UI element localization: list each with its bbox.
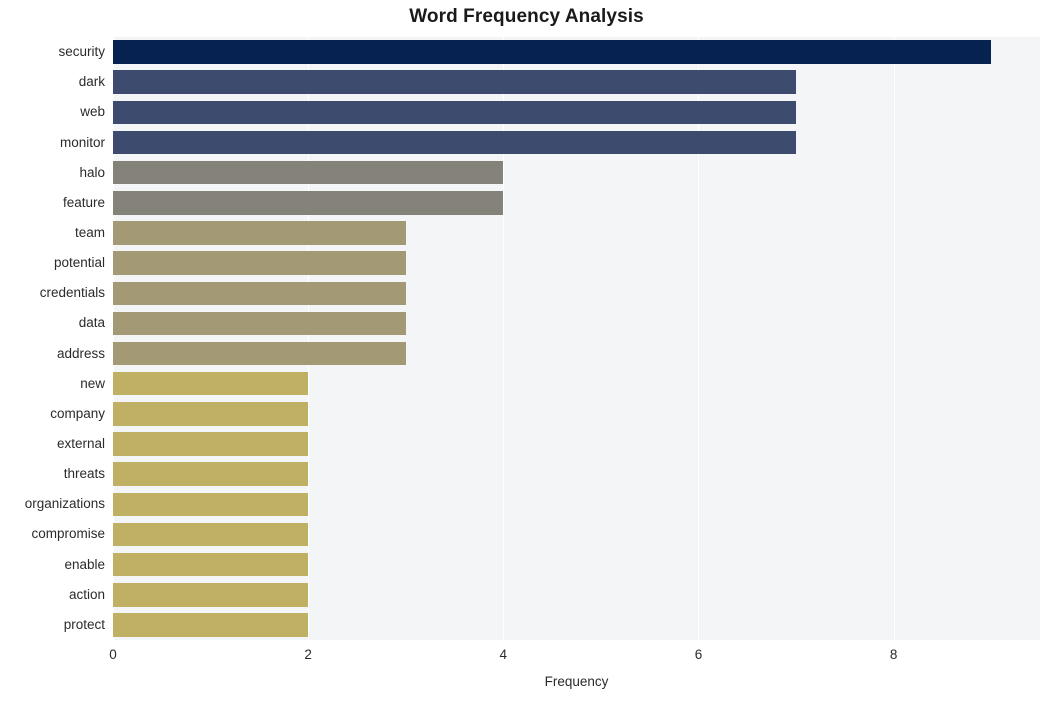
bar-web	[113, 100, 797, 125]
y-tick-label-potential: potential	[53, 255, 105, 271]
bar-row	[113, 402, 1040, 426]
x-axis-ticks: 0 2 4 6 8	[109, 647, 1040, 668]
y-tick-label-halo: halo	[79, 164, 105, 180]
bar-row	[113, 281, 1040, 306]
x-tick-label-6: 6	[694, 647, 703, 662]
x-tick-label-2: 2	[304, 647, 312, 662]
y-tick-label-monitor: monitor	[59, 134, 105, 150]
bar-external	[113, 432, 309, 456]
y-tick-label-data: data	[78, 315, 105, 331]
x-tick-label-4: 4	[499, 647, 508, 662]
x-axis-title: Frequency	[544, 674, 609, 689]
y-tick-label-team: team	[74, 224, 105, 240]
bar-feature	[113, 191, 504, 215]
bar-organizations	[113, 492, 309, 517]
y-tick-label-external: external	[56, 436, 105, 452]
bar-halo	[113, 160, 504, 185]
y-tick-label-address: address	[56, 345, 105, 361]
bar-row	[113, 432, 1040, 456]
bar-protect	[113, 613, 309, 637]
bar-row	[113, 462, 1040, 486]
bar-security	[113, 40, 992, 64]
bar-data	[113, 311, 406, 336]
bar-row	[113, 221, 1040, 245]
y-tick-label-protect: protect	[63, 616, 105, 632]
bar-address	[113, 341, 406, 366]
bar-enable	[113, 552, 309, 577]
y-tick-label-organizations: organizations	[24, 496, 105, 512]
bar-action	[113, 583, 309, 607]
bar-row	[113, 552, 1040, 577]
bar-row	[113, 40, 1040, 64]
bar-row	[113, 100, 1040, 125]
y-tick-label-credentials: credentials	[39, 285, 105, 301]
bar-row	[113, 341, 1040, 366]
bar-row	[113, 583, 1040, 607]
bar-row	[113, 371, 1040, 396]
bar-row	[113, 311, 1040, 336]
bar-credentials	[113, 281, 406, 306]
bar-company	[113, 402, 309, 426]
bars-layer	[113, 37, 1040, 640]
bar-threats	[113, 462, 309, 486]
y-tick-label-new: new	[80, 375, 105, 391]
y-tick-label-action: action	[68, 586, 105, 602]
chart-title: Word Frequency Analysis	[409, 6, 644, 27]
bar-row	[113, 613, 1040, 637]
bar-row	[113, 130, 1040, 155]
y-tick-label-security: security	[58, 44, 105, 60]
bar-team	[113, 221, 406, 245]
bar-row	[113, 70, 1040, 94]
y-tick-label-company: company	[50, 405, 105, 421]
bar-row	[113, 160, 1040, 185]
y-tick-label-dark: dark	[78, 74, 105, 90]
y-tick-label-threats: threats	[63, 466, 105, 482]
bar-compromise	[113, 522, 309, 547]
y-tick-label-compromise: compromise	[31, 526, 105, 542]
bar-row	[113, 191, 1040, 215]
bar-monitor	[113, 130, 797, 155]
bar-potential	[113, 251, 406, 275]
x-tick-label-8: 8	[889, 647, 898, 662]
word-frequency-chart: Word Frequency Analysis security dark web m…	[0, 0, 1053, 701]
bar-new	[113, 371, 309, 396]
bar-dark	[113, 70, 797, 94]
y-tick-label-feature: feature	[62, 194, 105, 210]
x-tick-label-0: 0	[109, 647, 117, 662]
bar-row	[113, 522, 1040, 547]
y-tick-label-enable: enable	[64, 556, 105, 572]
bar-row	[113, 492, 1040, 517]
y-tick-label-web: web	[80, 104, 105, 120]
y-axis-labels: security dark web monitor halo feature team pot…	[0, 37, 105, 640]
bar-row	[113, 251, 1040, 275]
